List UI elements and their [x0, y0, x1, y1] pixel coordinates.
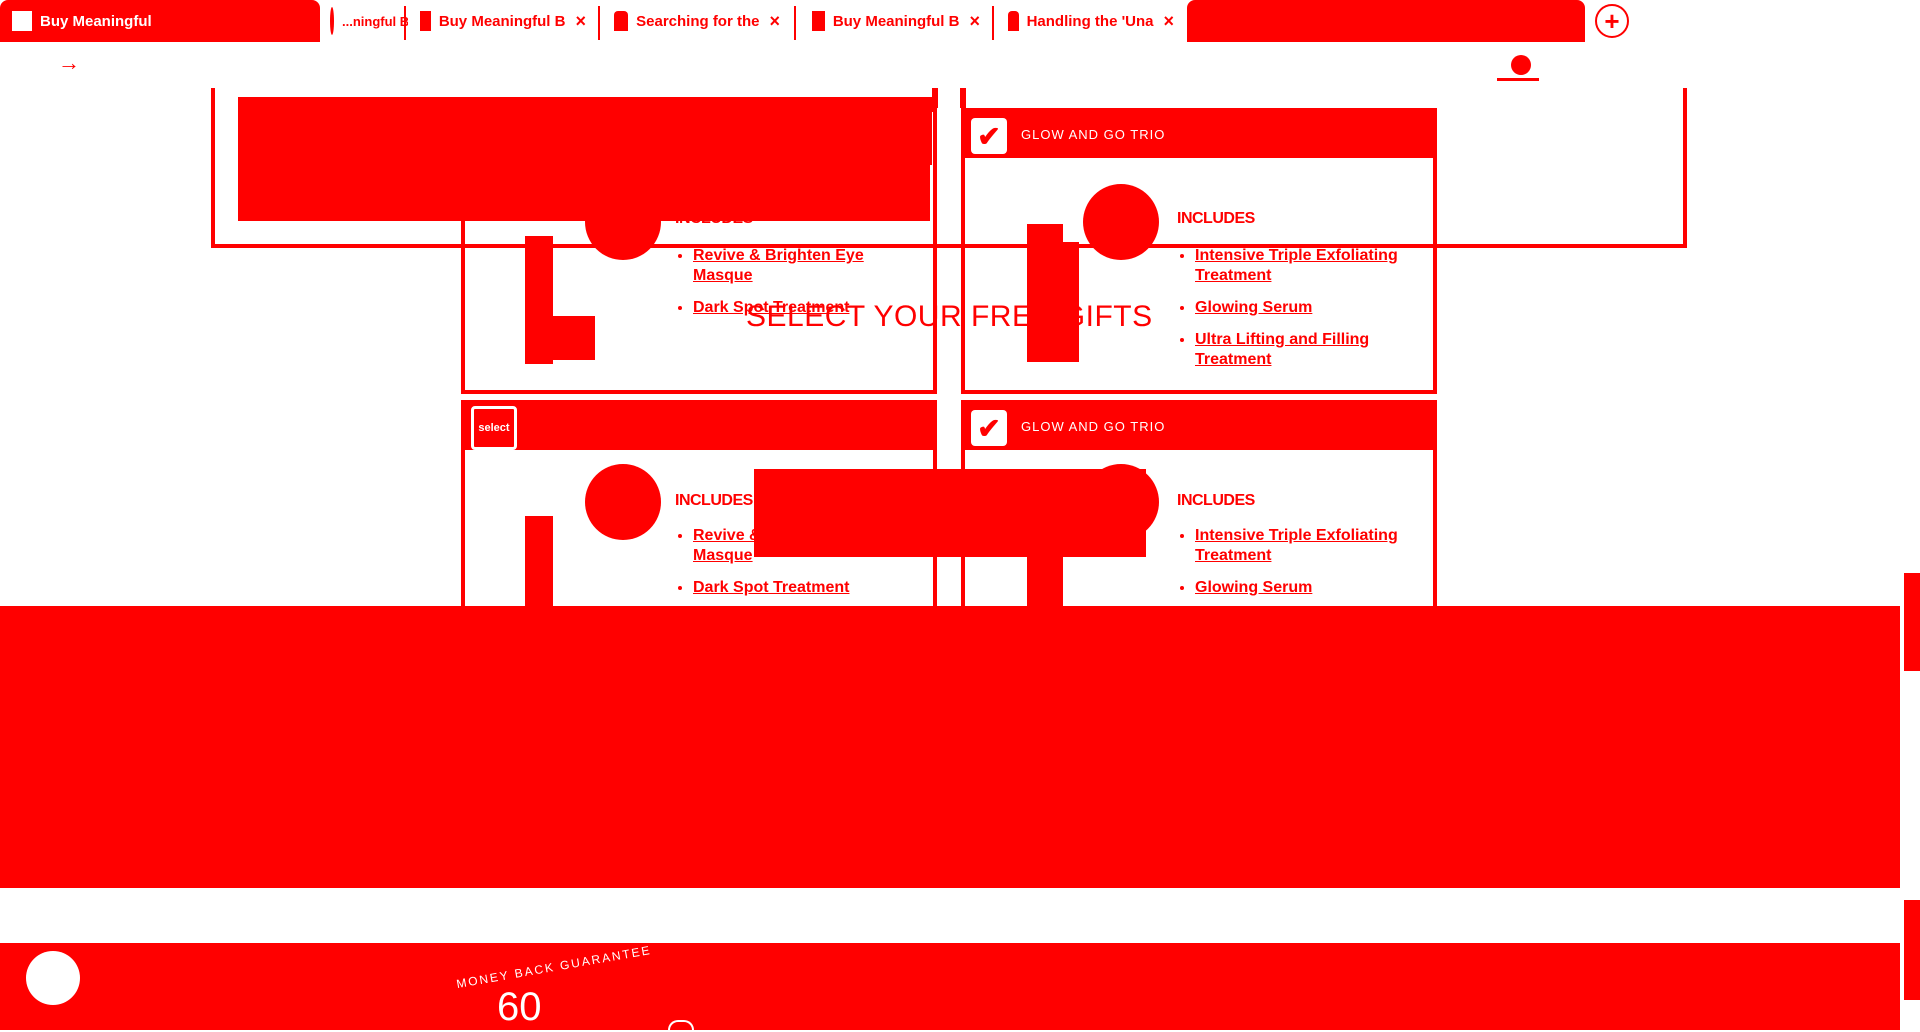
tab-label: ...ningful Bi	[342, 13, 408, 29]
product-jar-image	[525, 316, 595, 360]
plus-icon: +	[1604, 5, 1620, 36]
tab-6[interactable]: Handling the 'Una ×	[996, 0, 1186, 42]
tab-4[interactable]: Searching for the ×	[602, 0, 792, 42]
included-items-list: Intensive Triple Exfoliating Treatment G…	[1177, 246, 1425, 382]
profile-avatar-icon[interactable]	[1511, 55, 1531, 75]
page-favicon-icon	[812, 11, 825, 31]
card-header: ✔ GLOW AND GO TRIO	[965, 112, 1433, 158]
chat-bubble-icon[interactable]	[26, 951, 80, 1005]
includes-heading: INCLUDES	[1177, 210, 1255, 227]
card-header: ✔ GLOW AND GO TRIO	[965, 404, 1433, 450]
scrollbar-thumb[interactable]	[1904, 900, 1920, 1000]
center-overlay-block	[754, 469, 1146, 557]
tab-label: Handling the 'Una	[1026, 12, 1154, 30]
column-divider	[932, 88, 938, 108]
tab-separator	[598, 6, 600, 40]
product-tube-image	[525, 516, 553, 616]
tab-label: Buy Meaningful B	[438, 12, 566, 30]
checkmark-icon[interactable]: ✔	[971, 410, 1007, 446]
tab-label: Searching for the	[636, 12, 760, 30]
new-tab-button[interactable]: +	[1595, 4, 1629, 38]
card-header: select	[465, 404, 933, 450]
tab-bar: Buy Meaningful ...ningful Bi × Buy Meani…	[0, 0, 1920, 44]
gift-card-glow-trio[interactable]: ✔ GLOW AND GO TRIO INCLUDES Intensive Tr…	[961, 108, 1437, 394]
tab-separator	[794, 6, 796, 40]
scrollbar-thumb[interactable]	[1904, 573, 1920, 671]
card-title: GLOW AND GO TRIO	[1021, 127, 1166, 142]
select-gifts-title: SELECT YOUR FREE GIFTS	[746, 300, 1153, 333]
item-link[interactable]: Intensive Triple Exfoliating Treatment	[1195, 247, 1398, 284]
item-link[interactable]: Glowing Serum	[1195, 579, 1312, 596]
close-tab-icon[interactable]: ×	[575, 11, 586, 32]
included-items-list: Intensive Triple Exfoliating Treatment G…	[1177, 526, 1425, 610]
frame-border-right	[1683, 88, 1687, 248]
profile-underline	[1497, 78, 1539, 81]
item-link[interactable]: Dark Spot Treatment	[693, 579, 849, 596]
site-favicon-icon	[1008, 11, 1019, 31]
hero-banner-block	[912, 97, 932, 165]
tab-2[interactable]: ...ningful Bi ×	[318, 0, 408, 42]
site-favicon-icon	[614, 11, 629, 31]
checkmark-icon[interactable]: ✔	[971, 118, 1007, 154]
guarantee-days: 60	[497, 985, 542, 1029]
product-image-circle	[1083, 184, 1159, 260]
column-divider	[960, 88, 966, 108]
tab-separator	[992, 6, 994, 40]
page-favicon-icon	[420, 11, 431, 31]
tab-5[interactable]: Buy Meaningful B ×	[800, 0, 992, 42]
badge-icon	[668, 1020, 694, 1032]
item-link[interactable]: Ultra Lifting and Filling Treatment	[1195, 331, 1369, 368]
item-link[interactable]: Intensive Triple Exfoliating Treatment	[1195, 527, 1398, 564]
tab-3[interactable]: Buy Meaningful B ×	[408, 0, 598, 42]
includes-heading: INCLUDES	[1177, 492, 1255, 509]
item-link[interactable]: Revive & Brighten Eye Masque	[693, 247, 864, 284]
item-link[interactable]: Glowing Serum	[1195, 299, 1312, 316]
tab-active[interactable]: Buy Meaningful	[0, 0, 320, 42]
tab-label: Buy Meaningful	[40, 12, 152, 30]
includes-heading: INCLUDES	[675, 492, 753, 509]
close-tab-icon[interactable]: ×	[1163, 11, 1174, 32]
card-title: GLOW AND GO TRIO	[1021, 419, 1166, 434]
close-tab-icon[interactable]: ×	[969, 11, 980, 32]
product-image-circle	[585, 464, 661, 540]
audio-icon	[330, 7, 334, 35]
frame-border-bottom	[211, 244, 1687, 248]
select-button[interactable]: select	[471, 406, 517, 450]
frame-border-left	[211, 88, 215, 248]
hero-banner-block	[238, 97, 930, 221]
tab-separator	[404, 6, 406, 40]
tab-strip-fill	[1187, 0, 1585, 42]
promo-banner	[0, 606, 1900, 888]
forward-arrow-icon[interactable]: →	[58, 50, 80, 76]
footer-banner	[0, 943, 1900, 1030]
close-tab-icon[interactable]: ×	[769, 11, 780, 32]
page-favicon-icon	[12, 11, 32, 31]
tab-label: Buy Meaningful B	[832, 12, 960, 30]
